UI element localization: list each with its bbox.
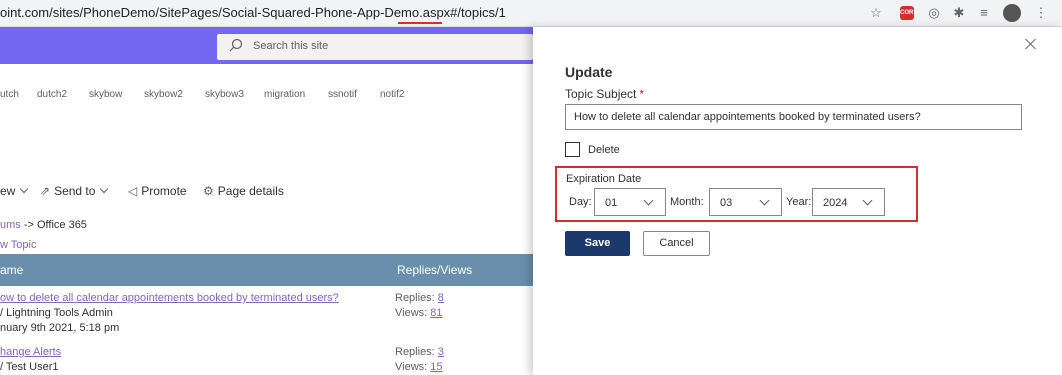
hub-nav-item[interactable]: skybow3 xyxy=(205,89,244,100)
hub-nav-item[interactable]: skybow2 xyxy=(144,89,183,100)
replies-label: Replies: xyxy=(395,346,438,358)
topic-author: / Test User1 xyxy=(0,361,59,373)
breadcrumb: ums -> Office 365 xyxy=(0,219,87,231)
year-label: Year: xyxy=(786,196,812,208)
topic-subject-input[interactable] xyxy=(565,104,1022,130)
close-icon[interactable] xyxy=(1024,37,1038,51)
replies-count: Replies: 8 xyxy=(395,292,444,304)
chevron-down-icon xyxy=(759,195,770,206)
topic-subject-text: Topic Subject xyxy=(565,87,637,101)
replies-link[interactable]: 3 xyxy=(438,346,444,358)
views-link[interactable]: 81 xyxy=(430,307,442,319)
chevron-down-icon xyxy=(100,184,109,194)
breadcrumb-current: -> Office 365 xyxy=(23,219,87,231)
replies-label: Replies: xyxy=(395,292,438,304)
hub-nav-item[interactable]: notif2 xyxy=(380,89,404,100)
expiration-date-label: Expiration Date xyxy=(566,173,642,185)
url-highlight-underline xyxy=(398,22,442,24)
share-icon: ⇗ xyxy=(40,184,51,198)
search-placeholder: Search this site xyxy=(253,40,329,52)
cancel-button[interactable]: Cancel xyxy=(643,231,710,256)
month-select[interactable]: 03 xyxy=(709,188,782,216)
puzzle-icon[interactable]: ✱ xyxy=(950,4,968,22)
megaphone-icon: ◁ xyxy=(128,184,138,198)
year-value: 2024 xyxy=(823,197,848,209)
send-to-button[interactable]: ⇗ Send to xyxy=(40,184,109,198)
topics-table-header: ame Replies/Views xyxy=(0,254,533,286)
views-label: Views: xyxy=(395,307,431,319)
url-main: oint.com/sites/PhoneDemo/SitePages/Socia… xyxy=(0,5,458,20)
more-menu-icon[interactable]: ⋮ xyxy=(1032,4,1050,22)
hub-nav-item[interactable]: ssnotif xyxy=(328,89,357,100)
promote-button[interactable]: ◁ Promote xyxy=(128,184,187,198)
replies-link[interactable]: 8 xyxy=(438,292,444,304)
day-label: Day: xyxy=(569,196,592,208)
year-select[interactable]: 2024 xyxy=(812,188,885,216)
url-hash: /topics/1 xyxy=(457,5,506,20)
hub-nav-item[interactable]: skybow xyxy=(89,89,122,100)
page-details-button[interactable]: ⚙ Page details xyxy=(203,184,284,198)
hub-nav-item[interactable]: dutch2 xyxy=(37,89,67,100)
day-value: 01 xyxy=(605,197,618,209)
month-label: Month: xyxy=(670,196,704,208)
column-header-replies-views: Replies/Views xyxy=(397,263,473,277)
view-label: ew xyxy=(0,184,16,198)
column-header-name: ame xyxy=(0,263,24,277)
new-topic-link[interactable]: w Topic xyxy=(0,239,36,251)
views-label: Views: xyxy=(395,361,431,373)
views-count: Views: 81 xyxy=(395,307,443,319)
chevron-down-icon xyxy=(862,195,873,206)
delete-label: Delete xyxy=(588,144,620,156)
media-icon[interactable]: ≡ xyxy=(975,4,993,22)
topic-author: / Lightning Tools Admin xyxy=(0,307,113,319)
gear-icon: ⚙ xyxy=(203,184,214,198)
breadcrumb-link[interactable]: ums xyxy=(0,219,21,231)
extension-icon[interactable]: CORS xyxy=(900,6,917,20)
extension-circle-icon[interactable]: ◎ xyxy=(925,4,943,22)
url-text[interactable]: oint.com/sites/PhoneDemo/SitePages/Socia… xyxy=(0,5,506,20)
promote-label: Promote xyxy=(141,184,187,198)
save-button[interactable]: Save xyxy=(565,231,630,256)
replies-count: Replies: 3 xyxy=(395,346,444,358)
page-details-label: Page details xyxy=(217,184,284,198)
hub-nav-item[interactable]: utch xyxy=(0,89,19,100)
day-select[interactable]: 01 xyxy=(594,188,666,216)
topic-title-link[interactable]: ow to delete all calendar appointements … xyxy=(0,292,339,304)
topic-title-link[interactable]: hange Alerts xyxy=(0,346,61,358)
view-button[interactable]: ew xyxy=(0,184,29,198)
panel-title: Update xyxy=(565,64,613,80)
send-to-label: Send to xyxy=(54,184,96,198)
star-icon[interactable]: ☆ xyxy=(867,4,885,22)
month-value: 03 xyxy=(720,197,733,209)
profile-avatar[interactable] xyxy=(1003,4,1021,22)
search-box[interactable]: Search this site xyxy=(217,34,533,60)
delete-checkbox[interactable] xyxy=(565,142,580,157)
chevron-down-icon xyxy=(643,195,654,206)
chevron-down-icon xyxy=(20,184,29,194)
search-icon xyxy=(229,38,243,52)
views-count: Views: 15 xyxy=(395,361,443,373)
browser-address-bar[interactable]: oint.com/sites/PhoneDemo/SitePages/Socia… xyxy=(0,0,1062,27)
topic-date: nuary 9th 2021, 5:18 pm xyxy=(0,322,120,334)
required-mark: * xyxy=(639,87,645,101)
hub-nav-item[interactable]: migration xyxy=(264,89,305,100)
topic-subject-label: Topic Subject * xyxy=(565,87,644,101)
views-link[interactable]: 15 xyxy=(430,361,442,373)
